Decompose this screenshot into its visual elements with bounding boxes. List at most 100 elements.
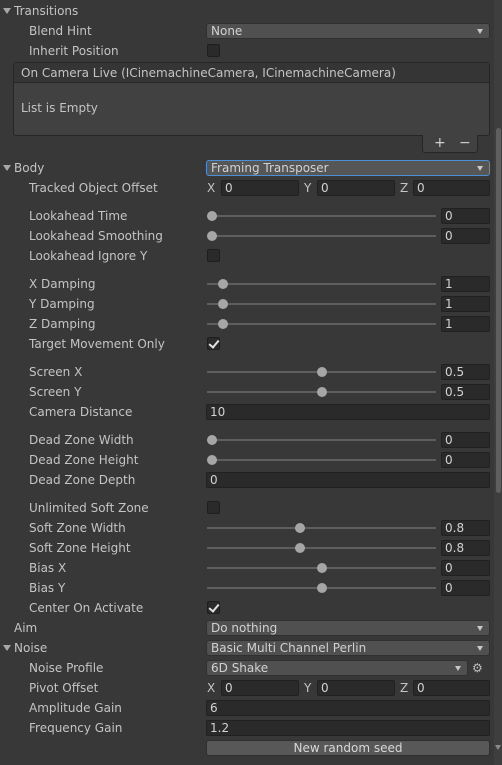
list-footer: + −: [422, 135, 478, 153]
chevron-down-icon: [477, 646, 483, 651]
screen-y-field[interactable]: 0.5: [441, 384, 490, 400]
soft-zone-width-label: Soft Zone Width: [29, 521, 126, 535]
noise-profile-value: 6D Shake: [211, 661, 269, 675]
x-damping-slider-thumb[interactable]: [217, 279, 228, 289]
new-random-seed-button[interactable]: New random seed: [206, 740, 490, 756]
target-movement-only-checkbox[interactable]: [207, 337, 220, 350]
pivot-offset-y-field[interactable]: 0: [317, 680, 395, 696]
lookahead-time-field[interactable]: 0: [441, 208, 490, 224]
soft-zone-height-slider-thumb[interactable]: [294, 543, 305, 553]
aim-dropdown[interactable]: Do nothing: [206, 620, 490, 636]
center-on-activate-checkbox[interactable]: [207, 601, 220, 614]
add-item-button[interactable]: +: [434, 135, 446, 151]
dead-zone-height-slider-thumb[interactable]: [207, 455, 217, 465]
body-foldout[interactable]: Body Framing Transposer: [0, 158, 494, 178]
tracked-offset-y-field[interactable]: 0: [317, 180, 395, 196]
lookahead-smoothing-slider[interactable]: [207, 235, 436, 237]
tracked-offset-x-field[interactable]: 0: [221, 180, 299, 196]
bias-y-field[interactable]: 0: [441, 580, 490, 596]
target-movement-only-row: Target Movement Only: [0, 334, 494, 354]
soft-zone-width-field[interactable]: 0.8: [441, 520, 490, 536]
foldout-expanded-icon[interactable]: [3, 165, 11, 171]
screen-x-field[interactable]: 0.5: [441, 364, 490, 380]
lookahead-time-row: Lookahead Time 0: [0, 206, 494, 226]
transitions-foldout[interactable]: Transitions: [0, 1, 494, 21]
screen-y-slider-thumb[interactable]: [316, 387, 327, 397]
lookahead-time-slider[interactable]: [207, 215, 436, 217]
lookahead-smoothing-row: Lookahead Smoothing 0: [0, 226, 494, 246]
screen-x-label: Screen X: [29, 365, 83, 379]
bias-x-field[interactable]: 0: [441, 560, 490, 576]
chevron-down-icon: [477, 626, 483, 631]
noise-dropdown[interactable]: Basic Multi Channel Perlin: [206, 640, 490, 656]
dead-zone-depth-label: Dead Zone Depth: [29, 473, 136, 487]
soft-zone-height-slider[interactable]: [207, 547, 436, 549]
foldout-expanded-icon[interactable]: [3, 8, 11, 14]
lookahead-smoothing-field[interactable]: 0: [441, 228, 490, 244]
screen-x-row: Screen X 0.5: [0, 362, 494, 382]
foldout-expanded-icon[interactable]: [3, 645, 11, 651]
lookahead-ignore-y-row: Lookahead Ignore Y: [0, 246, 494, 266]
soft-zone-height-field[interactable]: 0.8: [441, 540, 490, 556]
bias-x-row: Bias X 0: [0, 558, 494, 578]
soft-zone-height-row: Soft Zone Height 0.8: [0, 538, 494, 558]
screen-x-slider-thumb[interactable]: [316, 367, 327, 377]
amplitude-gain-field[interactable]: 6: [206, 700, 490, 716]
y-damping-slider[interactable]: [207, 303, 436, 305]
tracked-object-offset-label: Tracked Object Offset: [29, 181, 158, 195]
noise-foldout[interactable]: Noise Basic Multi Channel Perlin: [0, 638, 494, 658]
tracked-offset-z-field[interactable]: 0: [413, 180, 490, 196]
lookahead-ignore-y-checkbox[interactable]: [207, 249, 220, 262]
bias-x-slider-thumb[interactable]: [316, 563, 327, 573]
y-damping-field[interactable]: 1: [441, 296, 490, 312]
dead-zone-depth-row: Dead Zone Depth 0: [0, 470, 494, 490]
chevron-down-icon: [477, 166, 483, 171]
dead-zone-width-label: Dead Zone Width: [29, 433, 134, 447]
z-damping-slider[interactable]: [207, 323, 436, 325]
inherit-position-checkbox[interactable]: [207, 44, 220, 57]
noise-profile-dropdown[interactable]: 6D Shake: [206, 660, 468, 676]
soft-zone-width-slider-thumb[interactable]: [294, 523, 305, 533]
center-on-activate-label: Center On Activate: [29, 601, 144, 615]
lookahead-smoothing-slider-thumb[interactable]: [207, 231, 217, 241]
unlimited-soft-zone-checkbox[interactable]: [207, 501, 220, 514]
blend-hint-value: None: [211, 24, 243, 38]
inherit-position-label: Inherit Position: [29, 44, 119, 58]
pivot-offset-z-field[interactable]: 0: [413, 680, 490, 696]
z-damping-field[interactable]: 1: [441, 316, 490, 332]
blend-hint-dropdown[interactable]: None: [206, 23, 490, 39]
z-damping-slider-thumb[interactable]: [217, 319, 228, 329]
dead-zone-height-slider[interactable]: [207, 459, 436, 461]
bias-y-slider-thumb[interactable]: [316, 583, 327, 593]
scroll-down-icon[interactable]: [495, 745, 501, 750]
remove-item-button[interactable]: −: [459, 135, 471, 151]
body-mode-dropdown[interactable]: Framing Transposer: [206, 160, 490, 176]
frequency-gain-row: Frequency Gain 1.2: [0, 718, 494, 738]
body-mode-value: Framing Transposer: [211, 161, 329, 175]
dead-zone-width-field[interactable]: 0: [441, 432, 490, 448]
dead-zone-width-slider[interactable]: [207, 439, 436, 441]
amplitude-gain-label: Amplitude Gain: [29, 701, 122, 715]
pivot-offset-x-field[interactable]: 0: [221, 680, 299, 696]
lookahead-time-slider-thumb[interactable]: [207, 211, 217, 221]
gear-icon[interactable]: ⚙: [472, 659, 483, 677]
z-axis-label: Z: [400, 181, 409, 195]
camera-distance-label: Camera Distance: [29, 405, 133, 419]
y-damping-slider-thumb[interactable]: [217, 299, 228, 309]
dead-zone-width-slider-thumb[interactable]: [207, 435, 217, 445]
soft-zone-width-row: Soft Zone Width 0.8: [0, 518, 494, 538]
soft-zone-height-label: Soft Zone Height: [29, 541, 131, 555]
x-damping-slider[interactable]: [207, 283, 436, 285]
body-header: Body: [14, 161, 45, 175]
pivot-offset-row: Pivot Offset X 0 Y 0 Z 0: [0, 678, 494, 698]
dead-zone-height-field[interactable]: 0: [441, 452, 490, 468]
scrollbar-thumb[interactable]: [496, 128, 501, 493]
aim-row: Aim Do nothing: [0, 618, 494, 638]
x-damping-field[interactable]: 1: [441, 276, 490, 292]
aim-value: Do nothing: [211, 621, 278, 635]
dead-zone-depth-field[interactable]: 0: [206, 472, 490, 488]
soft-zone-width-slider[interactable]: [207, 527, 436, 529]
frequency-gain-field[interactable]: 1.2: [206, 720, 490, 736]
new-random-seed-row: New random seed: [0, 738, 494, 758]
camera-distance-field[interactable]: 10: [206, 404, 490, 420]
